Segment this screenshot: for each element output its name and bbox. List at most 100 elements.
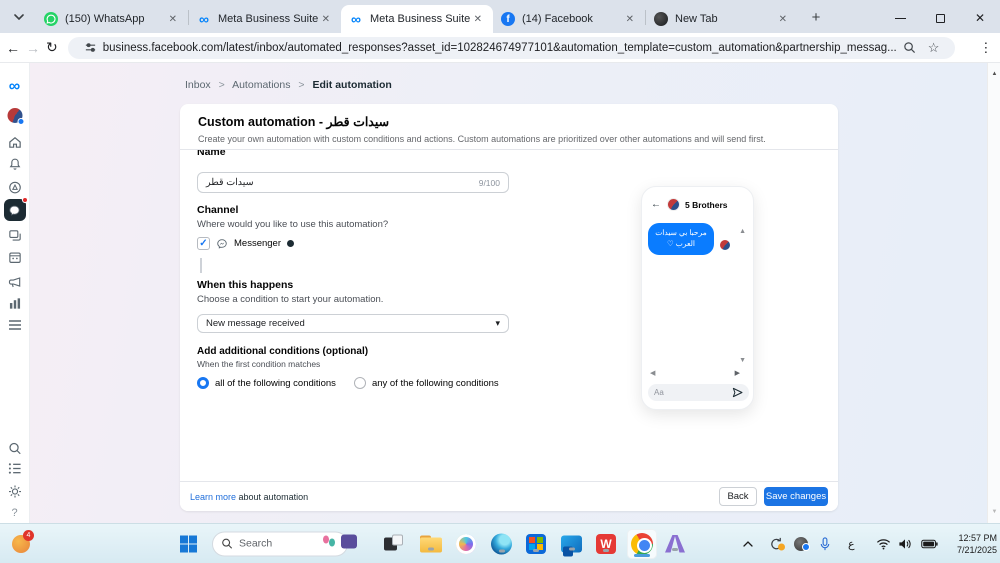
search-placeholder: Search [239, 537, 273, 550]
sidebar-item-settings[interactable] [7, 484, 22, 499]
notification-dot [21, 197, 28, 203]
meta-logo-icon[interactable]: ∞ [9, 79, 20, 95]
sidebar-item-ads[interactable] [7, 275, 22, 290]
window-maximize-button[interactable] [920, 3, 960, 33]
new-tab-icon [654, 12, 668, 26]
radio-any-label: any of the following conditions [371, 377, 499, 389]
sidebar-item-all-tools[interactable] [8, 319, 22, 331]
wps-office-button[interactable]: W [596, 533, 616, 554]
preview-composer: Aa [648, 384, 749, 401]
start-button[interactable] [180, 535, 197, 552]
file-explorer-button[interactable] [420, 535, 442, 552]
sidebar-item-planner[interactable] [7, 250, 22, 265]
scroll-up-icon[interactable]: ▲ [739, 228, 746, 235]
radio-all-label: all of the following conditions [215, 377, 336, 389]
page-scrollbar[interactable]: ▲ ▼ [987, 63, 1000, 523]
new-tab-button[interactable]: + [804, 5, 828, 29]
carousel-right-icon[interactable]: ▶ [735, 369, 740, 377]
scroll-down-icon[interactable]: ▼ [739, 357, 746, 364]
tray-language-indicator[interactable]: ع [848, 537, 855, 550]
edge-button[interactable] [491, 533, 512, 554]
taskbar-search[interactable]: Search [212, 531, 357, 556]
tab-search-button[interactable] [6, 4, 32, 30]
task-view-button[interactable] [384, 534, 403, 550]
tab-meta-business-suite-1[interactable]: ∞ Meta Business Suite ✕ [189, 5, 341, 33]
url-text[interactable]: business.facebook.com/latest/inbox/autom… [103, 42, 897, 54]
sidebar-item-tasks[interactable] [7, 462, 22, 475]
scrollbar-down-icon[interactable]: ▼ [988, 509, 1000, 515]
site-settings-icon[interactable] [84, 41, 97, 54]
tab-facebook[interactable]: f (14) Facebook ✕ [493, 5, 645, 33]
messenger-checkbox[interactable]: ✓ [197, 237, 210, 250]
breadcrumb-inbox[interactable]: Inbox [185, 79, 211, 91]
save-changes-button[interactable]: Save changes [764, 487, 828, 506]
clock-time: 12:57 PM [958, 532, 997, 543]
tab-new-tab[interactable]: New Tab ✕ [646, 5, 798, 33]
windows-logo-icon [180, 535, 197, 552]
seen-avatar [720, 240, 730, 250]
sidebar-item-insights[interactable] [7, 296, 22, 311]
tray-volume-icon[interactable] [898, 538, 912, 550]
whatsapp-icon [44, 12, 58, 26]
automated-message-bubble: مرحبا بي سيدات العرب ♡ [648, 223, 714, 255]
tab-close-icon[interactable]: ✕ [776, 12, 790, 27]
reload-button[interactable]: ↻ [46, 35, 58, 61]
browser-menu-icon[interactable]: ⋮ [979, 40, 992, 56]
zoom-icon[interactable] [903, 41, 916, 54]
info-dot-icon[interactable] [287, 240, 294, 247]
sidebar-item-notifications[interactable] [7, 157, 22, 172]
copilot-button[interactable] [456, 533, 476, 554]
messenger-icon [217, 238, 227, 249]
sidebar-item-content[interactable] [7, 180, 22, 195]
sidebar-item-search[interactable] [7, 441, 22, 456]
search-icon [8, 442, 21, 455]
messenger-label: Messenger [234, 238, 281, 249]
running-indicator [603, 548, 609, 552]
running-indicator [568, 547, 575, 550]
name-input[interactable]: سيدات قطر 9/100 [197, 172, 509, 193]
chrome-button-active[interactable] [627, 528, 657, 559]
window-minimize-button[interactable] [880, 3, 920, 33]
purple-app-button[interactable] [665, 534, 685, 553]
chevron-down-icon [14, 14, 24, 20]
tray-wifi-icon[interactable] [876, 538, 891, 550]
app-sidebar: ∞ ? [0, 63, 30, 523]
business-profile-avatar[interactable] [7, 108, 24, 125]
back-button[interactable]: Back [719, 487, 757, 506]
tray-battery-icon[interactable] [921, 539, 938, 549]
tray-sync-icon[interactable] [769, 536, 785, 551]
sidebar-item-home[interactable] [7, 135, 22, 150]
tab-close-icon[interactable]: ✕ [166, 12, 180, 27]
learn-more-link[interactable]: Learn more [190, 492, 236, 502]
outlook-button[interactable] [561, 535, 582, 556]
carousel-left-icon[interactable]: ◀ [650, 369, 655, 377]
tray-microphone-icon[interactable] [819, 536, 831, 551]
tray-clock[interactable]: 12:57 PM 7/21/2025 [945, 531, 997, 555]
radio-all-conditions[interactable] [197, 377, 209, 389]
sidebar-item-posts[interactable] [7, 228, 22, 243]
radio-any-conditions[interactable] [353, 377, 366, 389]
trigger-value: New message received [206, 318, 305, 329]
tab-close-icon[interactable]: ✕ [623, 12, 637, 27]
breadcrumb-automations[interactable]: Automations [232, 79, 290, 91]
tab-close-icon[interactable]: ✕ [319, 12, 333, 27]
window-close-button[interactable]: ✕ [960, 3, 1000, 33]
tray-network-icon[interactable] [794, 536, 810, 551]
back-button[interactable]: ← [6, 35, 20, 61]
automation-form: Name سيدات قطر 9/100 Channel Where would… [197, 150, 509, 481]
tab-meta-business-suite-active[interactable]: ∞ Meta Business Suite ✕ [341, 5, 493, 33]
tray-app-orange[interactable]: 4 [12, 529, 34, 553]
bookmark-star-icon[interactable]: ☆ [928, 40, 940, 56]
microsoft-store-button[interactable] [526, 533, 546, 554]
scrollbar-up-icon[interactable]: ▲ [988, 71, 1000, 77]
learn-more-rest: about automation [236, 491, 309, 502]
running-indicator [428, 547, 434, 550]
address-bar[interactable]: business.facebook.com/latest/inbox/autom… [67, 36, 956, 59]
trigger-select[interactable]: New message received ▾ [197, 314, 509, 333]
sidebar-item-inbox-active[interactable] [3, 197, 28, 221]
forward-button[interactable]: → [26, 35, 40, 61]
sidebar-item-help[interactable]: ? [11, 507, 17, 519]
tab-whatsapp[interactable]: (150) WhatsApp ✕ [36, 5, 188, 33]
tray-hidden-icons-button[interactable] [743, 540, 753, 547]
tab-close-icon[interactable]: ✕ [471, 12, 485, 27]
